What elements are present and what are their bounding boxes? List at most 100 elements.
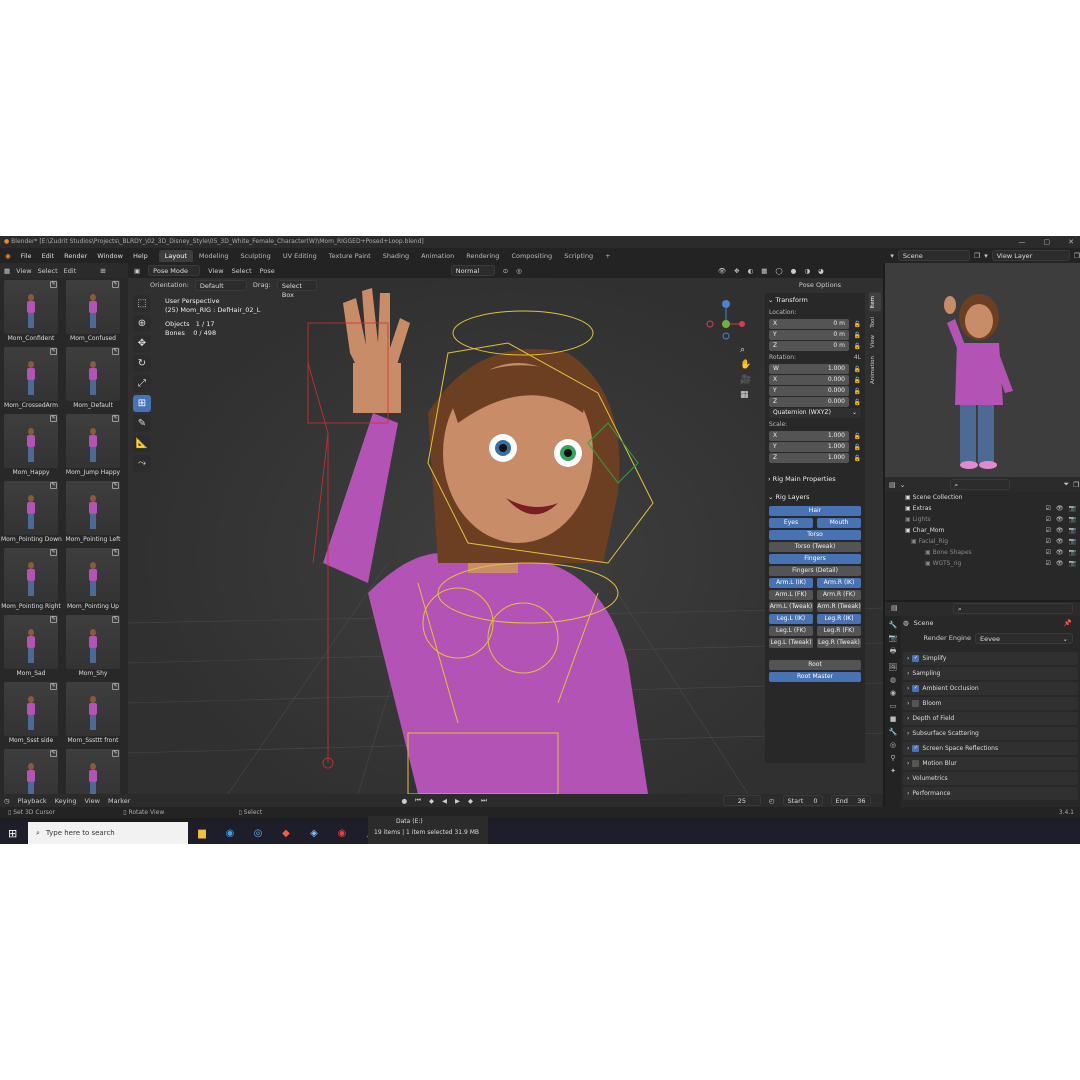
timeline-menu-view[interactable]: View bbox=[85, 797, 100, 805]
camera-render-icon[interactable]: 📷 bbox=[1069, 527, 1076, 534]
scene-collection-row[interactable]: ▣ Scene Collection bbox=[885, 492, 1080, 503]
proportional-icon[interactable]: ◎ bbox=[516, 267, 522, 275]
edit-icon[interactable]: ✎ bbox=[50, 281, 57, 288]
property-panel-header[interactable]: › Motion Blur bbox=[903, 757, 1078, 770]
shading-wire-icon[interactable]: ◯ bbox=[775, 267, 782, 275]
tool-tab-icon[interactable]: 🔧 bbox=[889, 621, 898, 629]
timeline-menu-marker[interactable]: Marker bbox=[108, 797, 130, 805]
checkbox-icon[interactable]: ☑ bbox=[1046, 505, 1051, 512]
checkbox-icon[interactable] bbox=[912, 700, 920, 707]
eye-icon[interactable]: 👁 bbox=[1056, 549, 1064, 556]
tab-item[interactable]: Item bbox=[869, 293, 881, 312]
outliner-editor-icon[interactable]: ▤ bbox=[889, 481, 896, 489]
rig-layer-arm-r-tweak[interactable]: Arm.R (Tweak) bbox=[817, 602, 861, 612]
xray-icon[interactable]: ▦ bbox=[761, 267, 767, 275]
view-layer-tab-icon[interactable]: 🖼 bbox=[889, 663, 898, 671]
modifier-tab-icon[interactable]: 🔧 bbox=[889, 728, 898, 736]
collection-tab-icon[interactable]: ▭ bbox=[890, 702, 897, 710]
edit-icon[interactable]: ✎ bbox=[112, 281, 119, 288]
jump-end-icon[interactable]: ⏭ bbox=[481, 796, 487, 805]
eye-icon[interactable]: 👁 bbox=[1056, 538, 1064, 545]
cursor-tool-icon[interactable]: ⊕ bbox=[133, 315, 151, 332]
file-explorer-icon[interactable]: ▆ bbox=[188, 822, 216, 844]
properties-search[interactable]: ⌕ bbox=[953, 603, 1073, 614]
pose-asset-thumbnail[interactable]: ✎ Mom_Shy bbox=[63, 613, 125, 680]
outliner-display-icon[interactable]: ⌄ bbox=[900, 481, 906, 489]
record-icon[interactable]: ● bbox=[401, 797, 407, 805]
jump-start-icon[interactable]: ⏮ bbox=[415, 796, 421, 805]
menu-help[interactable]: Help bbox=[128, 252, 153, 260]
windows-start-icon[interactable]: ⊞ bbox=[8, 827, 17, 840]
tab-scripting[interactable]: Scripting bbox=[558, 250, 599, 262]
app-icon[interactable]: ◎ bbox=[244, 822, 272, 844]
checkbox-icon[interactable]: ☑ bbox=[1046, 516, 1051, 523]
rig-layer-eyes[interactable]: Eyes bbox=[769, 518, 813, 528]
start-frame-field[interactable]: Start 0 bbox=[782, 795, 823, 806]
tab-shading[interactable]: Shading bbox=[377, 250, 415, 262]
edit-icon[interactable]: ✎ bbox=[112, 683, 119, 690]
checkbox-icon[interactable]: ☑ bbox=[1046, 538, 1051, 545]
pose-asset-thumbnail[interactable]: ✎ Mom_Pointing Left bbox=[63, 479, 125, 546]
pose-asset-thumbnail[interactable]: ✎ Mom_Default bbox=[63, 345, 125, 412]
pose-asset-thumbnail[interactable]: ✎ Mom_Sad bbox=[1, 613, 63, 680]
properties-editor-icon[interactable]: ▤ bbox=[891, 604, 898, 612]
checkbox-checked-icon[interactable]: ✓ bbox=[912, 745, 920, 752]
annotate-tool-icon[interactable]: ✎ bbox=[133, 415, 151, 432]
tab-texture-paint[interactable]: Texture Paint bbox=[323, 250, 377, 262]
rig-layer-fingers-detail[interactable]: Fingers (Detail) bbox=[769, 566, 861, 576]
viewport-menu-select[interactable]: Select bbox=[232, 267, 252, 275]
rig-layer-root-master[interactable]: Root Master bbox=[769, 672, 861, 682]
scale-field[interactable]: Z 1.000 bbox=[769, 453, 849, 463]
property-panel-header[interactable]: › Subsurface Scattering bbox=[903, 727, 1078, 740]
property-panel-header[interactable]: › Sampling bbox=[903, 667, 1078, 680]
eye-icon[interactable]: 👁 bbox=[1056, 560, 1064, 567]
data-tab-icon[interactable]: ✦ bbox=[890, 767, 896, 775]
scene-field[interactable]: Scene bbox=[897, 250, 970, 261]
pose-asset-thumbnail[interactable]: ✎ Mom_Jump Happy bbox=[63, 412, 125, 479]
pose-asset-thumbnail[interactable]: ✎ Mom_Pointing Right bbox=[1, 546, 63, 613]
current-frame-field[interactable]: 25 bbox=[722, 795, 761, 806]
property-panel-header[interactable]: › ✓ Simplify bbox=[903, 652, 1078, 665]
lock-icon[interactable]: 🔓 bbox=[849, 455, 861, 462]
tab-uv-editing[interactable]: UV Editing bbox=[277, 250, 323, 262]
edit-icon[interactable]: ✎ bbox=[50, 683, 57, 690]
rotate-tool-icon[interactable]: ↻ bbox=[133, 355, 151, 372]
close-icon[interactable]: ✕ bbox=[1068, 236, 1074, 248]
orientation-dropdown[interactable]: Default bbox=[194, 279, 247, 291]
new-collection-icon[interactable]: ❐ bbox=[1073, 481, 1079, 489]
grid-view-icon[interactable]: ⊞ bbox=[100, 267, 105, 275]
location-field[interactable]: Z0 m bbox=[769, 341, 849, 351]
minimize-icon[interactable]: — bbox=[1019, 236, 1026, 248]
pose-asset-thumbnail[interactable]: ✎ Mom_Confident bbox=[1, 278, 63, 345]
explorer-window-snippet[interactable]: Data (E:) 19 items | 1 item selected 31.… bbox=[368, 816, 488, 844]
timeline-menu-playback[interactable]: Playback bbox=[18, 797, 47, 805]
outliner-item[interactable]: ▣ Lights ☑ 👁 📷 bbox=[885, 514, 1080, 525]
tab-modeling[interactable]: Modeling bbox=[193, 250, 235, 262]
rig-layer-leg-r-ik[interactable]: Leg.R (IK) bbox=[817, 614, 861, 624]
lock-icon[interactable]: 🔓 bbox=[849, 366, 861, 373]
timeline-menu-keying[interactable]: Keying bbox=[55, 797, 77, 805]
rig-layer-arm-l-fk[interactable]: Arm.L (FK) bbox=[769, 590, 813, 600]
property-panel-header[interactable]: › Bloom bbox=[903, 697, 1078, 710]
constraint-tab-icon[interactable]: ⚲ bbox=[890, 754, 895, 762]
location-field[interactable]: Y0 m bbox=[769, 330, 849, 340]
eye-icon[interactable]: 👁 bbox=[1056, 527, 1064, 534]
eye-icon[interactable]: 👁 bbox=[1056, 516, 1064, 523]
view-layer-field[interactable]: View Layer bbox=[991, 250, 1070, 261]
mode-selector[interactable]: Pose Mode bbox=[148, 265, 201, 276]
next-key-icon[interactable]: ◆ bbox=[468, 797, 473, 805]
overlay-icon[interactable]: ◐ bbox=[748, 267, 754, 275]
asset-menu-edit[interactable]: Edit bbox=[64, 267, 77, 275]
pin-icon[interactable]: 📌 bbox=[1064, 619, 1072, 627]
rotation-field[interactable]: X 0.000 bbox=[769, 375, 849, 385]
editor-type-icon[interactable]: ▦ bbox=[4, 267, 10, 275]
property-panel-header[interactable]: › Performance bbox=[903, 787, 1078, 800]
render-tab-icon[interactable]: 📷 bbox=[889, 634, 898, 642]
visibility-icon[interactable]: 👁 bbox=[718, 267, 726, 275]
play-icon[interactable]: ▶ bbox=[455, 797, 460, 805]
edit-icon[interactable]: ✎ bbox=[112, 348, 119, 355]
zoom-icon[interactable]: ⌕ bbox=[740, 345, 751, 355]
rotation-mode-dropdown[interactable]: Quaternion (WXYZ) ⌄ bbox=[769, 408, 861, 418]
property-panel-header[interactable]: › Volumetrics bbox=[903, 772, 1078, 785]
rig-layer-leg-l-tweak[interactable]: Leg.L (Tweak) bbox=[769, 638, 813, 648]
